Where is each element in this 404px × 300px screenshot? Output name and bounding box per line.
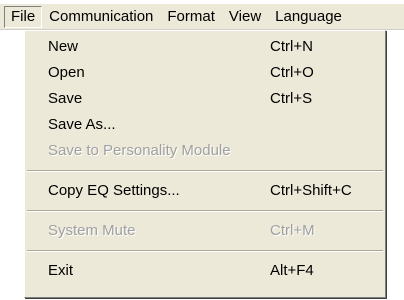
menu-item-label: Copy EQ Settings... <box>48 182 180 199</box>
menu-separator <box>25 164 385 178</box>
menu-item-system-mute: System Mute Ctrl+M <box>25 218 385 244</box>
menu-item-save-to-personality-module: Save to Personality Module <box>25 138 385 164</box>
menu-item-shortcut: Ctrl+N <box>270 38 313 55</box>
menu-communication[interactable]: Communication <box>42 6 160 28</box>
menu-separator <box>25 204 385 218</box>
file-dropdown-menu: New Ctrl+N Open Ctrl+O Save Ctrl+S Save … <box>24 30 386 298</box>
menu-format[interactable]: Format <box>160 6 222 28</box>
menu-item-exit[interactable]: Exit Alt+F4 <box>25 258 385 284</box>
menu-view[interactable]: View <box>222 6 268 28</box>
menu-bar: File Communication Format View Language <box>0 4 404 30</box>
menu-language[interactable]: Language <box>268 6 349 28</box>
menu-item-label: Open <box>48 64 85 81</box>
menu-item-label: Save <box>48 90 83 107</box>
menu-file[interactable]: File <box>4 5 43 28</box>
menu-item-label: System Mute <box>48 222 136 239</box>
menu-item-save-as[interactable]: Save As... <box>25 112 385 138</box>
menu-item-label: New <box>48 38 79 55</box>
menu-item-shortcut: Ctrl+Shift+C <box>270 182 352 199</box>
menu-item-shortcut: Ctrl+O <box>270 64 314 81</box>
menu-item-shortcut: Alt+F4 <box>270 262 314 279</box>
menu-item-label: Save As... <box>48 116 116 133</box>
screen: File Communication Format View Language … <box>0 0 404 300</box>
menu-item-open[interactable]: Open Ctrl+O <box>25 60 385 86</box>
menu-item-save[interactable]: Save Ctrl+S <box>25 86 385 112</box>
menu-item-new[interactable]: New Ctrl+N <box>25 34 385 60</box>
menu-item-label: Save to Personality Module <box>48 142 231 159</box>
menu-separator <box>25 244 385 258</box>
menu-item-label: Exit <box>48 262 74 279</box>
menu-item-shortcut: Ctrl+S <box>270 90 313 107</box>
menu-item-shortcut: Ctrl+M <box>270 222 315 239</box>
menu-item-copy-eq-settings[interactable]: Copy EQ Settings... Ctrl+Shift+C <box>25 178 385 204</box>
